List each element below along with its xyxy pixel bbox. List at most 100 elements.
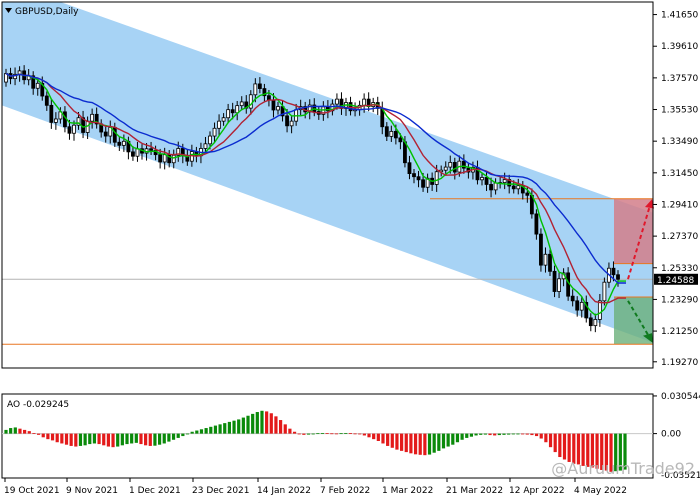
- ao-bar: [232, 420, 236, 434]
- candle-body: [285, 115, 289, 127]
- candle-body: [44, 95, 49, 106]
- ao-bar: [64, 433, 69, 445]
- candle-body: [593, 319, 598, 327]
- ao-bar: [134, 433, 138, 443]
- candle-body: [131, 151, 135, 157]
- ao-bar: [167, 433, 171, 442]
- candle-body: [121, 140, 126, 146]
- ao-bar: [18, 428, 22, 434]
- ao-bar: [153, 433, 157, 446]
- candle-body: [452, 162, 457, 173]
- ao-bar: [479, 433, 483, 435]
- ao-bar: [130, 433, 134, 444]
- ao-bar: [83, 433, 87, 446]
- ao-bar: [348, 433, 353, 434]
- candle-body: [335, 98, 339, 105]
- upside-target-zone: [614, 198, 653, 264]
- chart-root: GBPUSD,Daily 1.41650 1.39610 1.37570 1.3553…: [0, 0, 700, 500]
- ao-bar: [213, 425, 218, 434]
- ao-bar: [204, 428, 208, 434]
- ao-bar: [283, 424, 287, 434]
- price-tick-label: 1.21250: [661, 327, 698, 337]
- ao-bar: [562, 433, 567, 460]
- ao-bar: [255, 412, 259, 434]
- ao-bar: [195, 430, 199, 434]
- price-axis: 1.41650 1.39610 1.37570 1.35530 1.33490 1.314…: [653, 11, 698, 368]
- candle-body: [421, 179, 425, 188]
- ao-bar: [13, 427, 17, 434]
- ao-bar: [78, 433, 83, 446]
- ao-bar: [171, 433, 176, 440]
- ao-bar: [372, 433, 376, 440]
- candle-body: [221, 117, 226, 122]
- ao-bar: [474, 433, 478, 436]
- candle-body: [67, 126, 72, 134]
- ao-bar: [358, 433, 362, 435]
- candle-body: [276, 106, 280, 111]
- ao-bar: [92, 433, 97, 444]
- ao-bar: [292, 431, 297, 434]
- candle-body: [257, 83, 262, 89]
- ao-bar: [311, 433, 315, 435]
- ao-bar: [320, 432, 325, 434]
- candle-body: [49, 104, 54, 123]
- ao-bar: [288, 428, 292, 434]
- candle-body: [539, 233, 543, 266]
- ao-bar: [530, 433, 534, 436]
- ao-bar: [502, 433, 506, 435]
- candle-body: [389, 130, 394, 137]
- candle-body: [230, 109, 235, 114]
- ao-bar: [539, 433, 543, 439]
- candle-body: [480, 177, 484, 181]
- ao-bar: [88, 433, 92, 445]
- ao-bar: [139, 433, 143, 445]
- price-tick-label: 1.29410: [661, 200, 698, 210]
- current-price-label: 1.24588: [657, 276, 694, 286]
- ao-bar: [362, 433, 366, 436]
- ao-bar: [493, 433, 497, 436]
- candle-body: [112, 126, 117, 143]
- candle-body: [398, 137, 403, 143]
- ao-bar: [181, 433, 185, 437]
- candle-body: [543, 253, 548, 266]
- ao-bar: [157, 433, 162, 445]
- ao-tick-label: 0.030544: [661, 392, 700, 402]
- ao-bar: [404, 433, 408, 453]
- candle-body: [570, 295, 575, 302]
- ao-bar: [483, 433, 487, 435]
- ao-bar: [465, 433, 469, 438]
- ao-bar: [409, 433, 413, 454]
- candle-body: [217, 120, 221, 129]
- candle-body: [493, 182, 498, 191]
- ao-bar: [246, 415, 250, 434]
- candle-body: [416, 176, 421, 181]
- ao-bar: [558, 433, 562, 458]
- candle-body: [253, 83, 258, 96]
- candle-body: [72, 124, 76, 134]
- ao-bar: [50, 433, 55, 441]
- candle-body: [103, 131, 108, 137]
- ao-bar: [227, 421, 231, 434]
- watermark: @AuruumTrade92: [551, 459, 695, 478]
- ao-bar: [423, 433, 427, 456]
- candle-body: [267, 95, 271, 101]
- time-tick-label: 19 Oct 2021: [4, 486, 60, 496]
- chart-title: GBPUSD,Daily: [15, 7, 79, 17]
- ao-bar: [9, 428, 13, 434]
- time-tick-label: 14 Jan 2022: [257, 486, 311, 496]
- ao-bar: [544, 433, 548, 443]
- ao-bar: [223, 423, 227, 434]
- time-tick-label: 23 Dec 2021: [192, 486, 250, 496]
- ao-bar: [376, 433, 380, 441]
- ao-bar: [553, 433, 557, 453]
- candle-body: [557, 278, 561, 292]
- ao-bar: [525, 433, 529, 435]
- ao-bar: [334, 433, 339, 435]
- price-tick-label: 1.23290: [661, 295, 698, 305]
- time-tick-label: 1 Dec 2021: [129, 486, 181, 496]
- ao-bar: [302, 433, 306, 435]
- candle-body: [226, 109, 231, 119]
- ao-bar: [274, 416, 278, 434]
- ao-bar: [534, 433, 539, 437]
- candle-body: [434, 171, 439, 185]
